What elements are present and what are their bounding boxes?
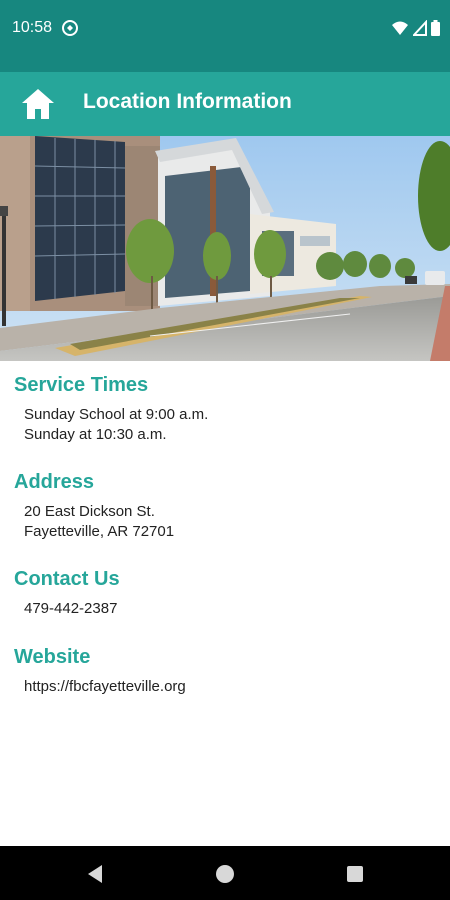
status-bar: 10:58: [0, 0, 450, 72]
address-line: Fayetteville, AR 72701: [24, 523, 175, 540]
status-time: 10:58: [12, 19, 53, 36]
data-saver-icon: [62, 20, 78, 36]
status-icons: [391, 20, 440, 36]
signal-icon: [413, 20, 427, 36]
battery-icon: [431, 20, 440, 36]
service-times-heading: Service Times: [14, 374, 149, 396]
phone-number[interactable]: 479-442-2387: [24, 600, 117, 617]
address-line: 20 East Dickson St.: [24, 503, 155, 520]
website-heading: Website: [14, 646, 91, 668]
app-bar: Location Information: [0, 72, 450, 136]
recents-icon[interactable]: [343, 862, 367, 886]
back-icon[interactable]: [83, 862, 107, 886]
navigation-bar: [0, 846, 450, 900]
service-times-line: Sunday at 10:30 a.m.: [24, 426, 167, 443]
wifi-icon: [392, 21, 408, 35]
website-link[interactable]: https://fbcfayetteville.org: [24, 678, 186, 695]
home-icon[interactable]: [20, 87, 56, 121]
service-times-line: Sunday School at 9:00 a.m.: [24, 406, 209, 423]
page-title: Location Information: [83, 90, 292, 113]
location-photo: [0, 136, 450, 361]
contact-heading: Contact Us: [14, 568, 120, 590]
home-circle-icon[interactable]: [213, 862, 237, 886]
address-heading: Address: [14, 471, 95, 493]
